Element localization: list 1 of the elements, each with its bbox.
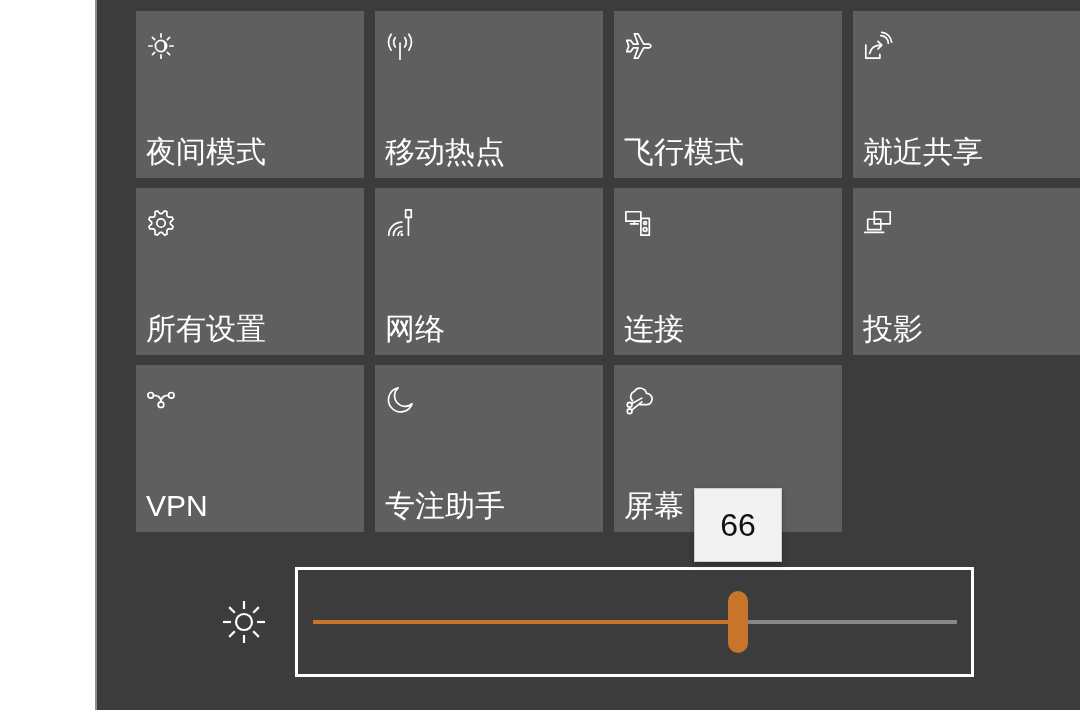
value-tooltip: 66	[694, 488, 783, 562]
